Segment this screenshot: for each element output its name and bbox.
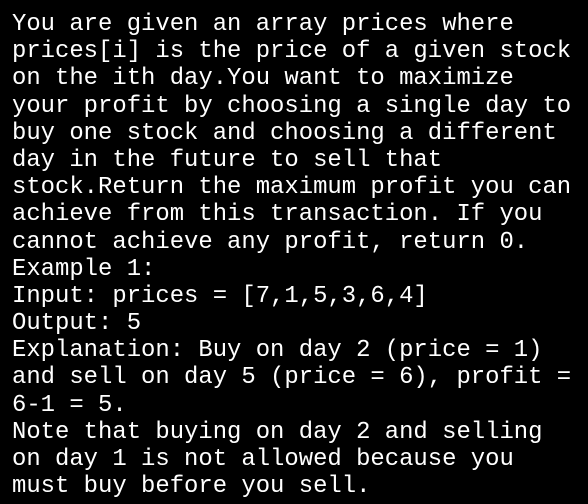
text-line: prices[i] is the price of a given stock xyxy=(12,38,572,66)
text-line: on the ith day.You want to maximize xyxy=(12,65,514,93)
example-explanation: 6-1 = 5. xyxy=(12,391,127,419)
terminal-window: You are given an array prices where pric… xyxy=(0,0,588,504)
text-line: achieve from this transaction. If you xyxy=(12,201,543,229)
text-line: your profit by choosing a single day to xyxy=(12,92,572,120)
example-note: on day 1 is not allowed because you xyxy=(12,446,514,473)
text-line: You are given an array prices where xyxy=(12,11,514,38)
text-line: buy one stock and choosing a different xyxy=(12,119,557,147)
text-line: day in the future to sell that xyxy=(12,146,443,174)
example-output: Output: 5 xyxy=(12,310,142,338)
example-input: Input: prices = [7,1,5,3,6,4] xyxy=(12,282,428,310)
example-heading: Example 1: xyxy=(12,255,156,283)
text-line: cannot achieve any profit, return 0. xyxy=(12,228,529,256)
example-explanation: Explanation: Buy on day 2 (price = 1) xyxy=(12,337,543,365)
text-line: stock.Return the maximum profit you can xyxy=(12,174,572,202)
example-explanation: and sell on day 5 (price = 6), profit = xyxy=(12,364,572,392)
example-note: must buy before you sell. xyxy=(12,473,371,501)
example-note: Note that buying on day 2 and selling xyxy=(12,418,543,446)
